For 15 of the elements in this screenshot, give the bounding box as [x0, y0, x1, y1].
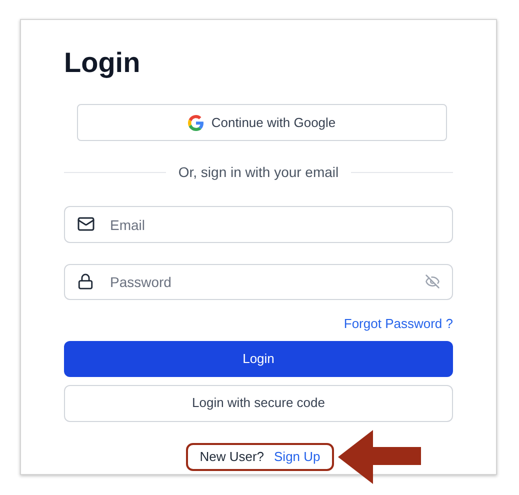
divider-text: Or, sign in with your email	[178, 163, 339, 182]
forgot-password-link[interactable]: Forgot Password ?	[344, 314, 453, 334]
email-field[interactable]: Email	[64, 206, 453, 243]
signup-prompt-text: New User?	[200, 448, 264, 466]
secure-code-button[interactable]: Login with secure code	[64, 384, 453, 422]
login-title: Login	[64, 46, 140, 80]
mail-icon	[77, 215, 95, 233]
google-button[interactable]: Continue with Google	[77, 104, 447, 141]
arrow-icon	[338, 430, 421, 484]
lock-icon	[77, 273, 94, 290]
password-field[interactable]: Password	[64, 264, 453, 300]
google-logo-icon	[188, 114, 204, 130]
sign-up-link[interactable]: Sign Up	[274, 446, 320, 466]
login-button[interactable]: Login	[64, 340, 453, 376]
hide-password-icon[interactable]	[425, 274, 440, 289]
